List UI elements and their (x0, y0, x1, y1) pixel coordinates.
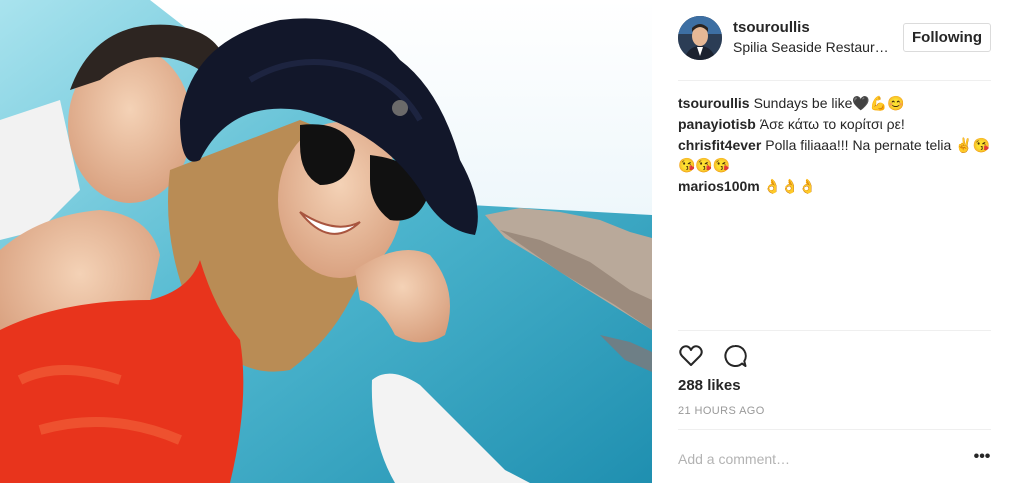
header-divider (678, 80, 991, 81)
comment-username[interactable]: panayiotisb (678, 116, 756, 132)
heart-icon[interactable] (678, 343, 704, 369)
photo-illustration (0, 0, 652, 483)
post-photo[interactable] (0, 0, 652, 483)
location-link[interactable]: Spilia Seaside Restaurant (733, 39, 893, 55)
post-header: tsouroullis Spilia Seaside Restaurant Fo… (652, 0, 1011, 81)
comment-username[interactable]: chrisfit4ever (678, 137, 761, 153)
comment-item: tsouroullis Sundays be like🖤💪😊 (678, 93, 991, 113)
add-comment-input[interactable] (678, 449, 938, 469)
more-options-icon[interactable]: ••• (972, 448, 992, 468)
avatar-image (678, 16, 722, 60)
comment-item: marios100m 👌👌👌 (678, 176, 991, 196)
comment-text: Άσε κάτω το κορίτσι ρε! (759, 116, 905, 132)
post-actions (678, 343, 798, 369)
post-timestamp[interactable]: 21 HOURS AGO (678, 405, 765, 417)
comment-icon[interactable] (722, 343, 748, 369)
comment-text: Sundays be like🖤💪😊 (753, 95, 905, 111)
comment-item: panayiotisb Άσε κάτω το κορίτσι ρε! (678, 114, 991, 134)
actions-divider (678, 330, 991, 331)
comment-username[interactable]: tsouroullis (678, 95, 750, 111)
following-button[interactable]: Following (903, 23, 991, 52)
comment-username[interactable]: marios100m (678, 178, 760, 194)
comment-input-divider (678, 429, 991, 430)
comment-item: chrisfit4ever Polla filiaaa!!! Na pernate… (678, 135, 991, 175)
username[interactable]: tsouroullis (733, 19, 810, 36)
likes-count[interactable]: 288 likes (678, 377, 741, 394)
avatar[interactable] (678, 16, 722, 60)
post-details-panel: tsouroullis Spilia Seaside Restaurant Fo… (652, 0, 1011, 483)
comments-list: tsouroullis Sundays be like🖤💪😊 panayiotis… (678, 93, 991, 197)
comment-text: 👌👌👌 (763, 178, 817, 194)
